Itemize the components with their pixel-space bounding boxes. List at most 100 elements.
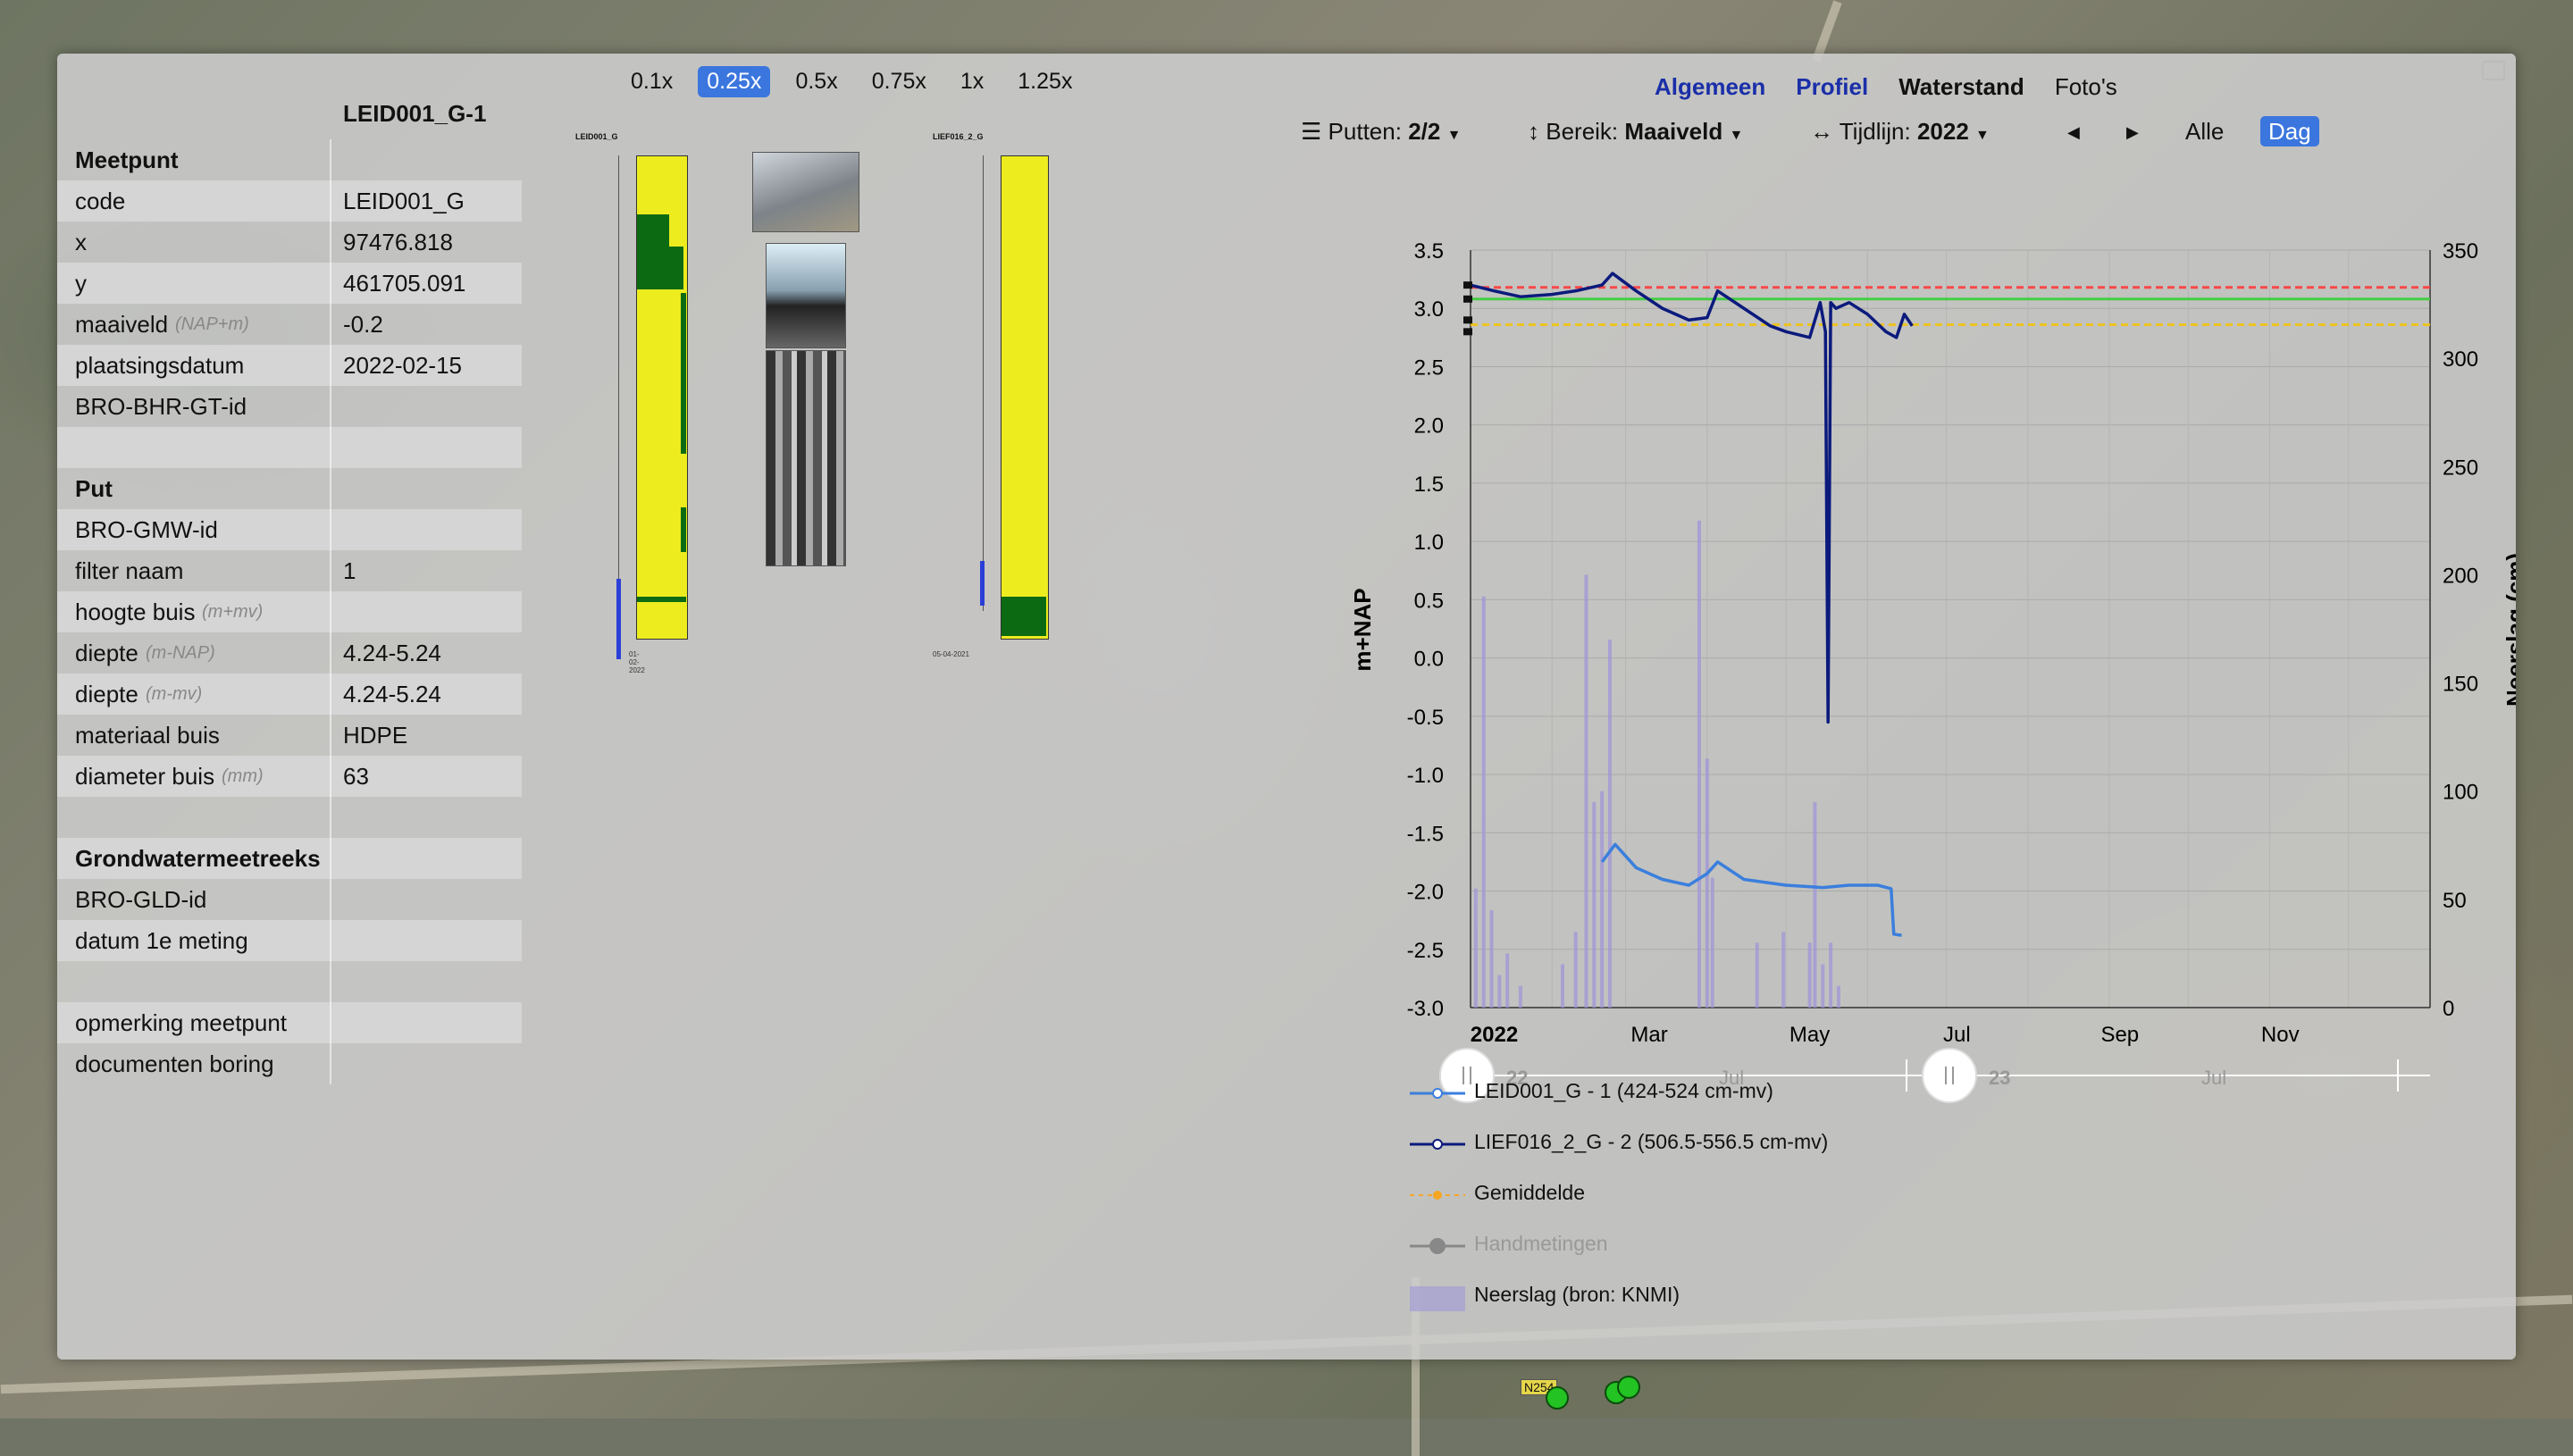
table-row: plaatsingsdatum 2022-02-15: [57, 345, 522, 386]
column-divider: [330, 1043, 331, 1084]
table-row: documenten boring: [57, 1043, 522, 1084]
table-row: materiaal buis HDPE: [57, 715, 522, 756]
zoom-option[interactable]: 0.75x: [863, 66, 935, 97]
tab-fotos[interactable]: Foto's: [2055, 73, 2117, 101]
column-divider: [330, 961, 331, 1002]
row-key: y: [75, 270, 87, 297]
minimize-icon[interactable]: [2482, 61, 2505, 80]
photo-thumbnail[interactable]: [766, 243, 846, 348]
table-header: LEID001_G-1: [343, 100, 487, 127]
timeline-label: 23: [1989, 1067, 2010, 1089]
section-header: Put: [57, 468, 522, 509]
column-divider: [330, 920, 331, 961]
legend-label: Neerslag (bron: KNMI): [1474, 1283, 1680, 1306]
legend-symbol: [1410, 1139, 1465, 1150]
legend-symbol: [1410, 1088, 1465, 1099]
tijdlijn-value: 2022: [1916, 118, 1969, 145]
triangle-right-icon[interactable]: ▶: [2126, 123, 2139, 142]
zoom-option[interactable]: 0.1x: [622, 66, 682, 97]
precip-bar: [1505, 953, 1510, 1008]
row-key: filter naam: [75, 557, 184, 584]
triangle-left-icon[interactable]: ◀: [2067, 123, 2080, 142]
precip-bar: [1755, 942, 1759, 1008]
blank-row: [57, 961, 522, 1002]
table-row: code LEID001_G: [57, 180, 522, 222]
tijdlijn-label: Tijdlijn:: [1839, 118, 1911, 145]
column-divider: [330, 509, 331, 550]
row-key: BRO-BHR-GT-id: [75, 393, 247, 420]
row-value: 2022-02-15: [343, 352, 462, 379]
caret-down-icon: ▼: [1975, 128, 1990, 143]
table-row: x 97476.818: [57, 222, 522, 263]
map-marker[interactable]: [1546, 1386, 1569, 1410]
table-row: BRO-GMW-id: [57, 509, 522, 550]
legend-symbol: [1410, 1238, 1465, 1254]
column-divider: [330, 797, 331, 838]
tab-profiel[interactable]: Profiel: [1796, 73, 1868, 101]
row-value: -0.2: [343, 311, 383, 338]
tijdlijn-dropdown[interactable]: ↔ Tijdlijn: 2022 ▼: [1810, 118, 1990, 146]
row-key: datum 1e meting: [75, 927, 248, 954]
boring-title: LEID001_G: [575, 132, 618, 141]
y-tick-label: 1.5: [1414, 473, 1444, 497]
photo-thumbnail[interactable]: [752, 152, 859, 232]
alle-button[interactable]: Alle: [2185, 118, 2224, 146]
putten-dropdown[interactable]: ☰ Putten: 2/2 ▼: [1301, 118, 1461, 146]
column-divider: [330, 304, 331, 345]
legend-symbol: [1410, 1191, 1465, 1200]
row-key: x: [75, 229, 87, 255]
dag-button[interactable]: Dag: [2260, 116, 2319, 146]
section-header: Meetpunt: [57, 139, 522, 180]
row-value: 461705.091: [343, 270, 466, 297]
photo-thumbnail[interactable]: [766, 350, 846, 566]
zoom-option[interactable]: 1x: [951, 66, 993, 97]
zoom-option[interactable]: 0.25x: [698, 66, 771, 97]
caret-down-icon: ▼: [1729, 128, 1744, 143]
column-divider: [330, 715, 331, 756]
y2-tick-label: 150: [2443, 673, 2478, 697]
table-row: filter naam 1: [57, 550, 522, 591]
legend-symbol: [1410, 1286, 1465, 1311]
column-divider: [330, 345, 331, 386]
precip-bar: [1481, 596, 1486, 1008]
y2-tick-label: 100: [2443, 781, 2478, 805]
precip-bar: [1584, 574, 1588, 1008]
boring-profile-1[interactable]: LEID001_G 01-02-2022: [575, 132, 688, 686]
table-row: diepte (m-mv) 4.24-5.24: [57, 674, 522, 715]
info-panel: LEID001_G-1 Meetpunt code LEID001_G x 97476.…: [57, 54, 2516, 1360]
zoom-option[interactable]: 1.25x: [1009, 66, 1081, 97]
y-tick-label: 0.5: [1414, 589, 1444, 613]
tab-waterstand[interactable]: Waterstand: [1898, 73, 2024, 101]
x-tick-label: Jul: [1943, 1023, 1971, 1047]
precip-bar: [1473, 888, 1478, 1008]
row-key: maaiveld: [75, 311, 169, 338]
map-marker[interactable]: [1617, 1376, 1640, 1399]
precip-bar: [1697, 520, 1701, 1008]
y-tick-label: -3.0: [1407, 997, 1444, 1021]
boring-title: LIEF016_2_G: [933, 132, 984, 141]
waterstand-chart[interactable]: 3.5 3.0 2.5 2.0 1.5 1.0 0.5 0.0 -0.5 -1.0 -1.5 -2.0…: [1299, 179, 2516, 1134]
blank-row: [57, 797, 522, 838]
column-divider: [330, 674, 331, 715]
precip-bar: [1705, 758, 1709, 1008]
boring-date: 05-04-2021: [933, 650, 969, 658]
y-tick-label: -0.5: [1407, 706, 1444, 730]
zoom-option[interactable]: 0.5x: [786, 66, 846, 97]
boring-date: 01-02-2022: [629, 650, 645, 674]
putten-value: 2/2: [1408, 118, 1441, 145]
table-row: hoogte buis (m+mv): [57, 591, 522, 632]
x-tick-label: Sep: [2100, 1023, 2139, 1047]
timeline-handle[interactable]: [1922, 1048, 1977, 1103]
column-divider: [330, 591, 331, 632]
row-key: BRO-GMW-id: [75, 516, 218, 543]
column-divider: [330, 139, 331, 180]
boring-profile-2[interactable]: LIEF016_2_G 05-04-2021: [933, 132, 1049, 686]
table-row: y 461705.091: [57, 263, 522, 304]
y-tick-label: -1.5: [1407, 822, 1444, 846]
bereik-dropdown[interactable]: ↕ Bereik: Maaiveld ▼: [1528, 118, 1743, 146]
tab-algemeen[interactable]: Algemeen: [1655, 73, 1765, 101]
section-header: Grondwatermeetreeks: [57, 838, 522, 879]
row-unit: (m-NAP): [146, 643, 215, 663]
y-tick-label: 0.0: [1414, 648, 1444, 672]
row-key: opmerking meetpunt: [75, 1009, 288, 1036]
